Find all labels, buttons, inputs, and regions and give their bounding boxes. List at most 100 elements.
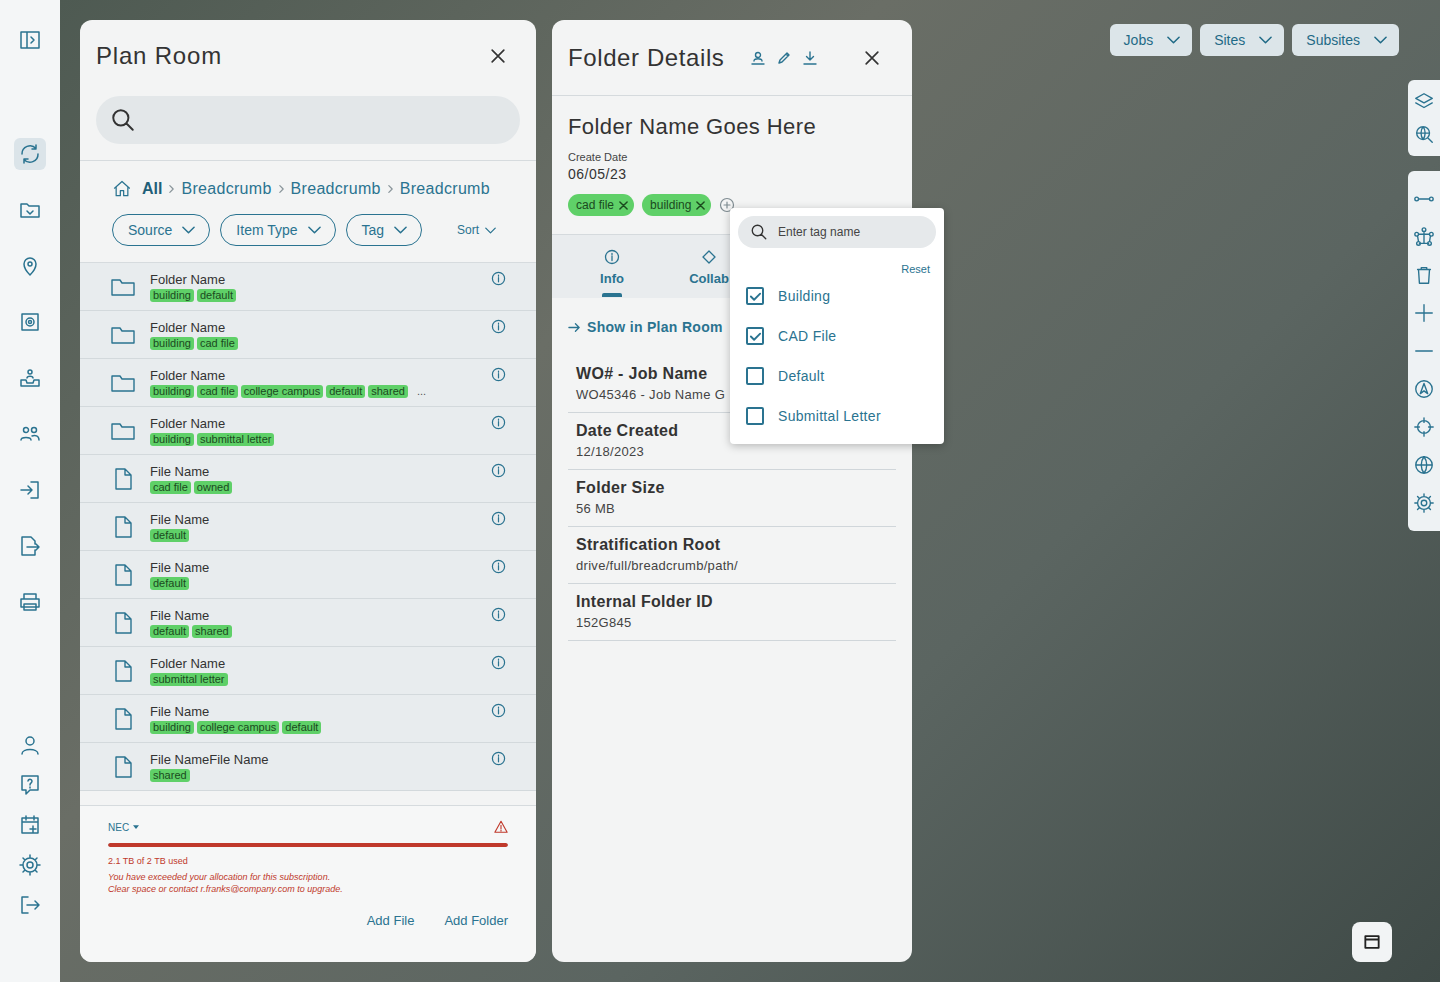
rail-item[interactable] xyxy=(14,809,46,841)
remove-icon[interactable] xyxy=(619,201,628,210)
filter-dropdown[interactable]: Source xyxy=(112,214,210,246)
tool-button[interactable] xyxy=(1408,118,1440,150)
rail-item[interactable] xyxy=(14,306,46,338)
tag: college campus xyxy=(241,385,323,398)
reset-button[interactable]: Reset xyxy=(901,262,930,276)
map-filter-dropdown[interactable]: Jobs xyxy=(1110,24,1193,56)
chevron-right-icon xyxy=(278,184,285,194)
info-icon[interactable] xyxy=(491,655,506,670)
tool-button[interactable] xyxy=(1408,370,1440,408)
item-row[interactable]: File Namebuildingcollege campusdefault xyxy=(80,695,536,743)
item-row[interactable]: Folder Namesubmittal letter xyxy=(80,647,536,695)
info-icon[interactable] xyxy=(491,271,506,286)
checkbox[interactable] xyxy=(746,287,764,305)
info-icon[interactable] xyxy=(491,511,506,526)
pencil-icon[interactable] xyxy=(776,50,792,66)
search-input[interactable] xyxy=(146,110,506,130)
filter-dropdown[interactable]: Tag xyxy=(346,214,423,246)
tool-button[interactable] xyxy=(1408,408,1440,446)
tag: building xyxy=(150,289,194,302)
rail-item[interactable] xyxy=(14,769,46,801)
item-row[interactable]: Folder Namebuildingcad file xyxy=(80,311,536,359)
search-icon xyxy=(750,223,768,241)
filter-dropdown[interactable]: Item Type xyxy=(220,214,335,246)
info-icon[interactable] xyxy=(491,367,506,382)
tag-option[interactable]: Default xyxy=(738,356,936,396)
tool-button[interactable] xyxy=(1408,86,1440,118)
tag: cad file xyxy=(197,337,238,350)
item-tags: cad fileowned xyxy=(150,481,477,494)
rail-item[interactable] xyxy=(14,729,46,761)
search-field[interactable] xyxy=(96,96,520,144)
item-row[interactable]: File Namedefaultshared xyxy=(80,599,536,647)
tag: default xyxy=(150,625,189,638)
sort-dropdown[interactable]: Sort xyxy=(457,223,496,237)
checkbox[interactable] xyxy=(746,327,764,345)
download-icon[interactable] xyxy=(802,50,818,66)
rail-item[interactable] xyxy=(14,138,46,170)
breadcrumb-home[interactable]: All xyxy=(142,180,162,198)
tool-button[interactable] xyxy=(1408,256,1440,294)
item-row[interactable]: File Namedefault xyxy=(80,551,536,599)
panel-toggle-icon xyxy=(18,28,42,52)
window-toggle-button[interactable] xyxy=(1352,922,1392,962)
close-icon[interactable] xyxy=(488,46,508,66)
storage-usage: 2.1 TB of 2 TB used xyxy=(108,855,508,867)
info-icon[interactable] xyxy=(491,703,506,718)
rail-item[interactable] xyxy=(14,250,46,282)
item-row[interactable]: Folder Namebuildingsubmittal letter xyxy=(80,407,536,455)
tag-option[interactable]: CAD File xyxy=(738,316,936,356)
field-value: 12/18/2023 xyxy=(576,443,888,461)
tool-button[interactable] xyxy=(1408,332,1440,370)
home-icon[interactable] xyxy=(112,179,132,199)
item-row[interactable]: Folder Namebuildingcad filecollege campu… xyxy=(80,359,536,407)
rail-item[interactable] xyxy=(14,418,46,450)
action-button[interactable]: Add Folder xyxy=(444,913,508,928)
tool-button[interactable] xyxy=(1408,218,1440,256)
item-tags: submittal letter xyxy=(150,673,477,686)
tool-button[interactable] xyxy=(1408,294,1440,332)
tag-option[interactable]: Building xyxy=(738,276,936,316)
tool-button[interactable] xyxy=(1408,484,1440,522)
rail-item[interactable] xyxy=(14,24,46,56)
tag-option[interactable]: Submittal Letter xyxy=(738,396,936,436)
info-icon[interactable] xyxy=(491,415,506,430)
person-pin-icon[interactable] xyxy=(750,50,766,66)
info-icon[interactable] xyxy=(491,319,506,334)
rail-item[interactable] xyxy=(14,530,46,562)
tab[interactable]: Info xyxy=(572,235,652,298)
rail-item[interactable] xyxy=(14,362,46,394)
tool-button[interactable] xyxy=(1408,446,1440,484)
printer-icon xyxy=(18,590,42,614)
info-icon[interactable] xyxy=(491,463,506,478)
item-row[interactable]: Folder Namebuildingdefault xyxy=(80,263,536,311)
checkbox[interactable] xyxy=(746,407,764,425)
breadcrumb-item[interactable]: Breadcrumb xyxy=(291,180,381,198)
rail-item[interactable] xyxy=(14,586,46,618)
map-filter-dropdown[interactable]: Subsites xyxy=(1292,24,1399,56)
item-row[interactable]: File Namecad fileowned xyxy=(80,455,536,503)
item-name: Folder Name xyxy=(150,320,477,336)
remove-icon[interactable] xyxy=(696,201,705,210)
breadcrumb-item[interactable]: Breadcrumb xyxy=(181,180,271,198)
tag-search-field[interactable]: Enter tag name xyxy=(738,216,936,248)
rail-item[interactable] xyxy=(14,849,46,881)
action-button[interactable]: Add File xyxy=(367,913,415,928)
tag: building xyxy=(150,433,194,446)
close-icon[interactable] xyxy=(862,48,882,68)
rail-item[interactable] xyxy=(14,194,46,226)
map-filter-dropdown[interactable]: Sites xyxy=(1200,24,1284,56)
info-icon[interactable] xyxy=(491,607,506,622)
item-text: Folder Namesubmittal letter xyxy=(150,656,477,686)
item-row[interactable]: File Namedefault xyxy=(80,503,536,551)
item-row[interactable]: File NameFile Nameshared xyxy=(80,743,536,791)
info-icon[interactable] xyxy=(491,559,506,574)
reset-row: Reset xyxy=(738,262,936,276)
tool-button[interactable] xyxy=(1408,180,1440,218)
rail-item[interactable] xyxy=(14,474,46,506)
checkbox[interactable] xyxy=(746,367,764,385)
plan-dropdown[interactable]: NEC xyxy=(108,822,139,833)
breadcrumb-item[interactable]: Breadcrumb xyxy=(400,180,490,198)
rail-item[interactable] xyxy=(14,889,46,921)
info-icon[interactable] xyxy=(491,751,506,766)
